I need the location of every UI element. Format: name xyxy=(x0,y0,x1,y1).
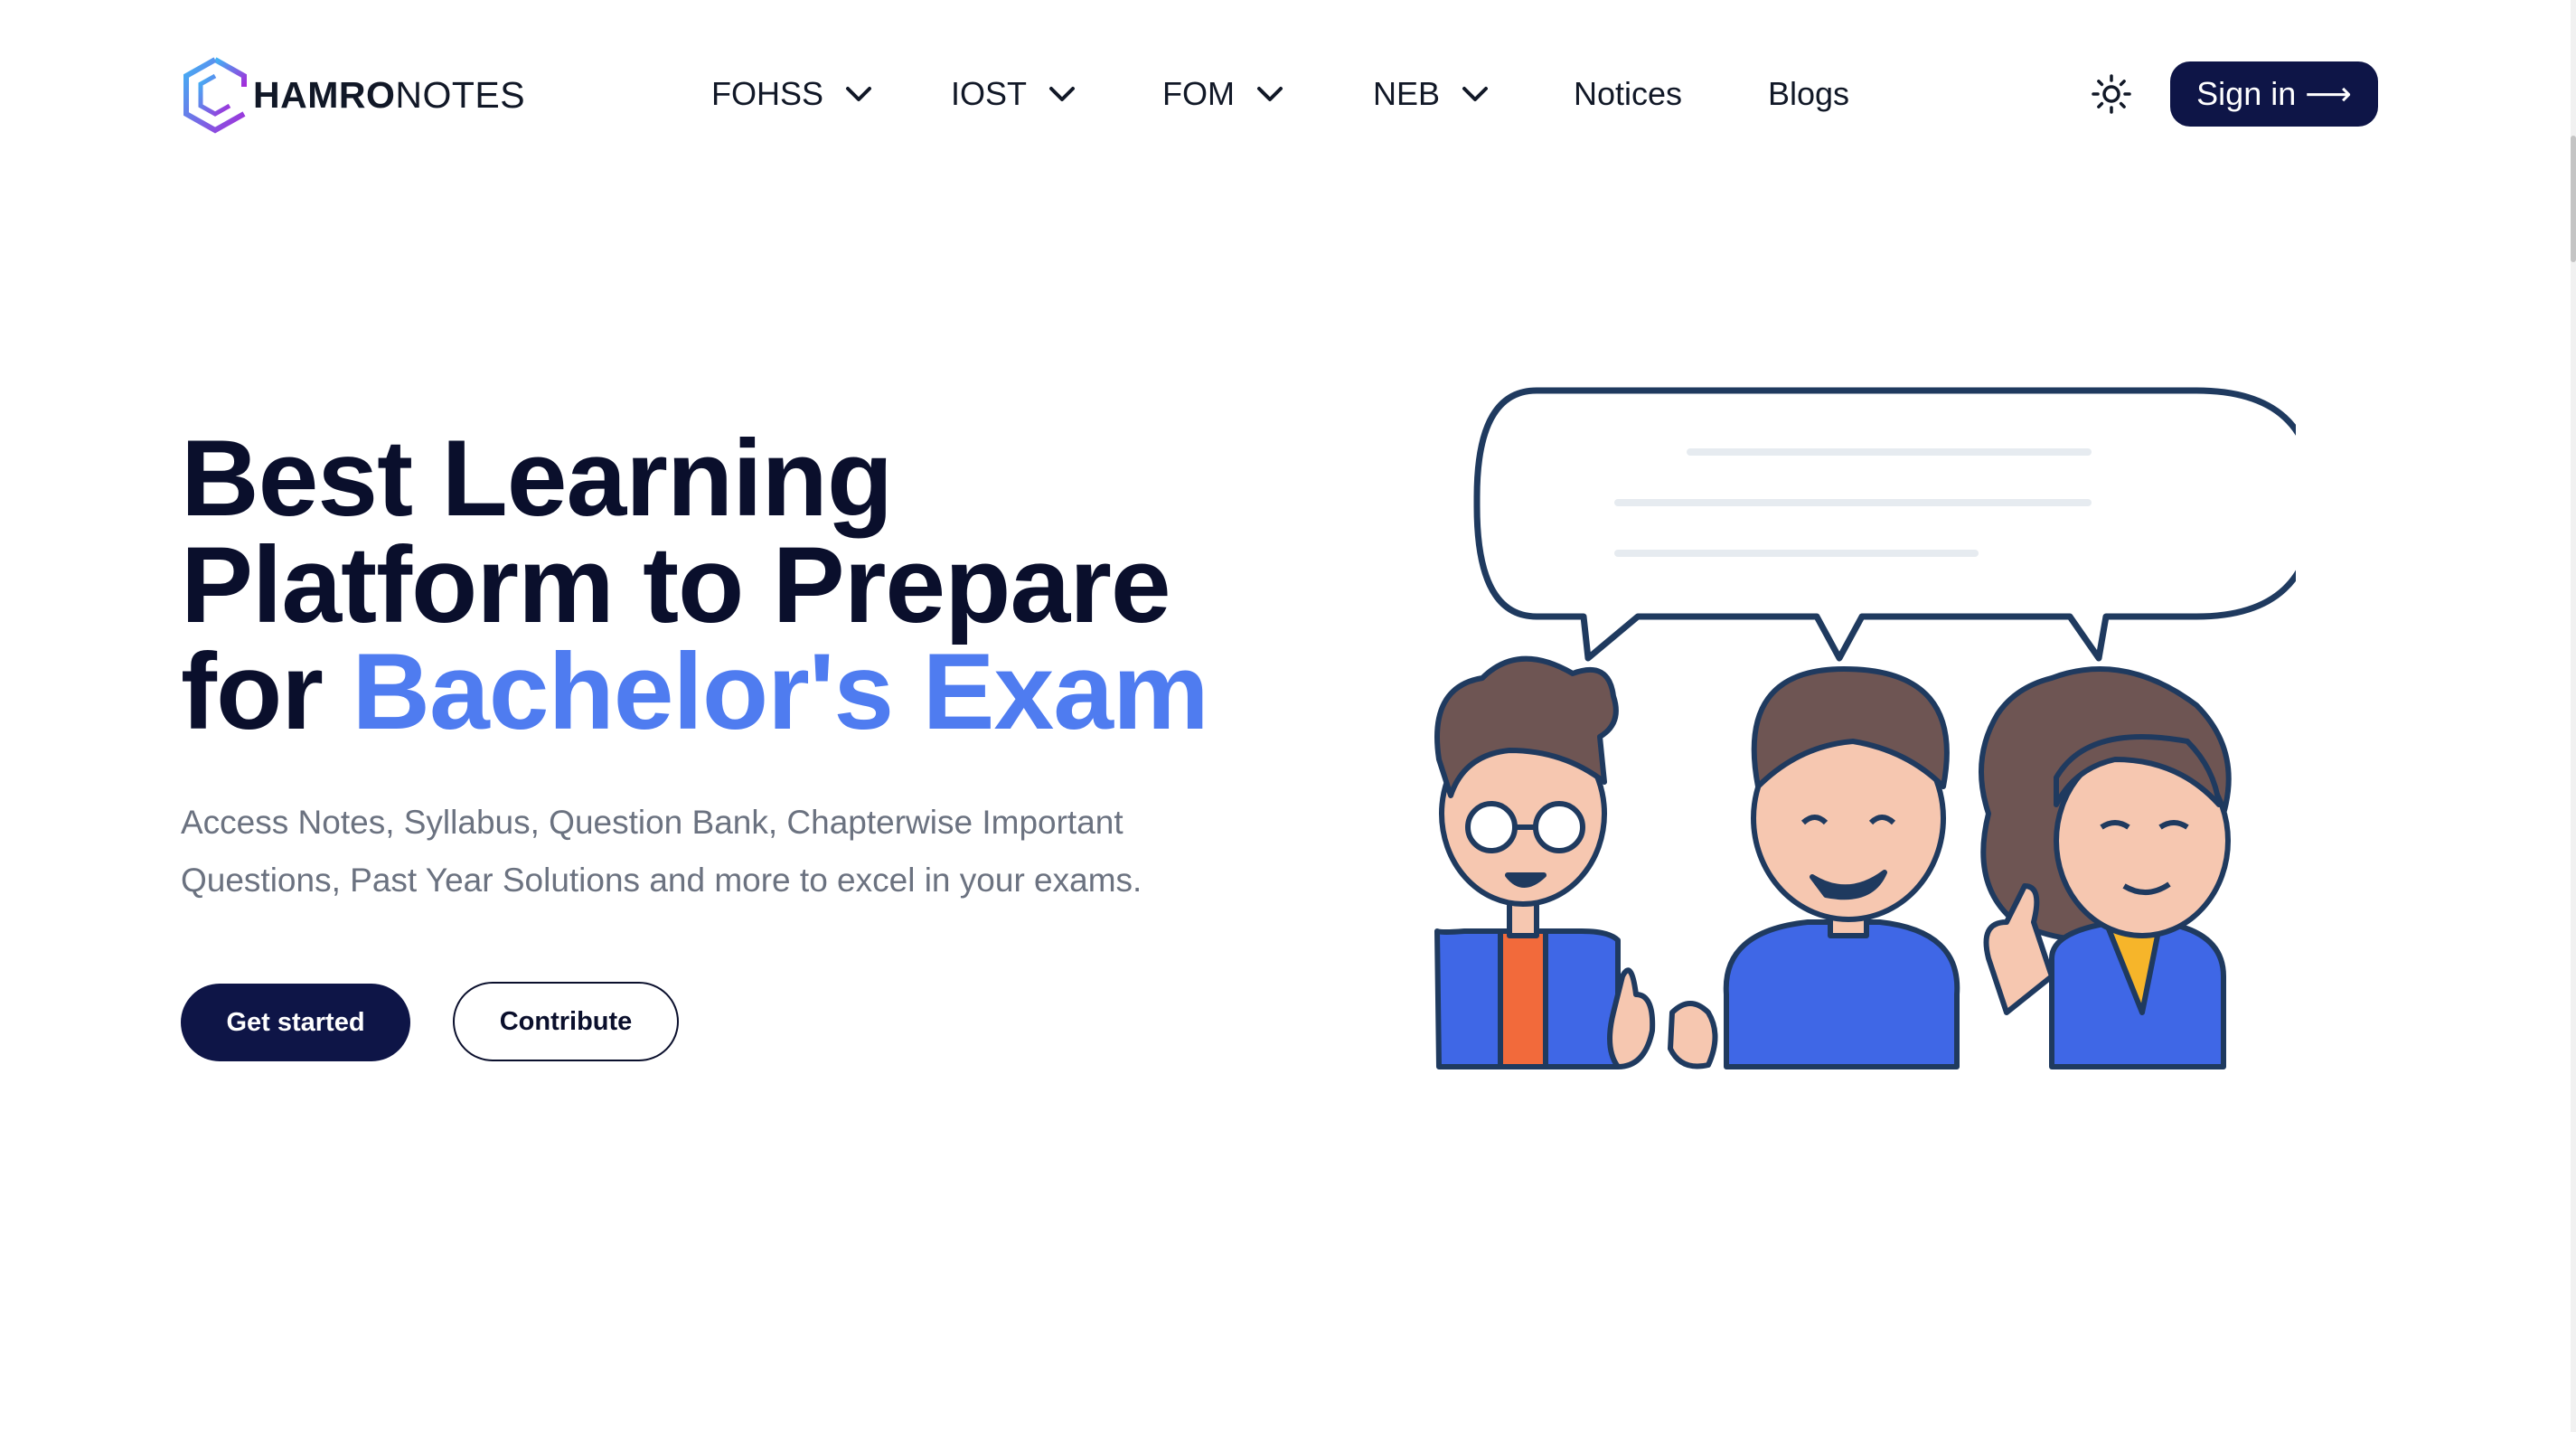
nav-item-fohss[interactable]: FOHSS xyxy=(711,69,872,119)
nav-item-label: NEB xyxy=(1373,75,1441,112)
chevron-down-icon xyxy=(1462,87,1489,101)
sun-icon xyxy=(2092,74,2131,114)
brand-name: HAMRONOTES xyxy=(253,73,526,116)
nav-item-label: FOM xyxy=(1162,75,1235,112)
student-with-glasses xyxy=(1434,655,1656,1069)
nav-item-label: FOHSS xyxy=(711,75,824,112)
hero-title-line-2: Platform to Prepare xyxy=(181,524,1171,645)
hero-title-line-3-prefix: for xyxy=(181,631,324,752)
nav-item-neb[interactable]: NEB xyxy=(1373,69,1489,119)
nav-item-blogs[interactable]: Blogs xyxy=(1768,69,1849,119)
sign-in-label: Sign in xyxy=(2196,75,2297,112)
speech-bubble xyxy=(1473,387,2296,662)
nav-item-label: Blogs xyxy=(1768,75,1850,112)
nav-item-iost[interactable]: IOST xyxy=(951,69,1076,119)
nav-item-label: Notices xyxy=(1574,75,1683,112)
nav-item-label: IOST xyxy=(951,75,1028,112)
hero-title-line-1: Best Learning xyxy=(181,418,893,539)
contribute-button[interactable]: Contribute xyxy=(453,982,679,1061)
theme-toggle-button[interactable] xyxy=(2090,72,2133,116)
chevron-down-icon xyxy=(1049,87,1076,101)
hero-title: Best Learning Platform to Prepare for Ba… xyxy=(181,424,1265,746)
arrow-right-icon: ⟶ xyxy=(2305,75,2352,112)
hero-title-accent: Bachelor's Exam xyxy=(352,631,1208,752)
hexagon-logo-icon xyxy=(183,57,247,134)
brand-logo[interactable]: HAMRONOTES xyxy=(181,54,525,136)
chevron-down-icon xyxy=(1256,87,1283,101)
site-header: HAMRONOTES FOHSS IOST FOM NEB Notices Bl… xyxy=(0,0,2576,190)
get-started-button[interactable]: Get started xyxy=(181,984,410,1061)
student-middle xyxy=(1668,666,1960,1069)
chevron-down-icon xyxy=(846,87,872,101)
students-chat-illustration xyxy=(1434,387,2296,1069)
nav-item-fom[interactable]: FOM xyxy=(1162,69,1283,119)
scrollbar-thumb[interactable] xyxy=(2571,136,2576,262)
page-scrollbar[interactable] xyxy=(2571,0,2576,1432)
nav-item-notices[interactable]: Notices xyxy=(1574,69,1682,119)
sign-in-button[interactable]: Sign in ⟶ xyxy=(2170,61,2378,127)
hero-subtitle: Access Notes, Syllabus, Question Bank, C… xyxy=(181,804,1142,899)
student-waving xyxy=(1979,666,2232,1069)
